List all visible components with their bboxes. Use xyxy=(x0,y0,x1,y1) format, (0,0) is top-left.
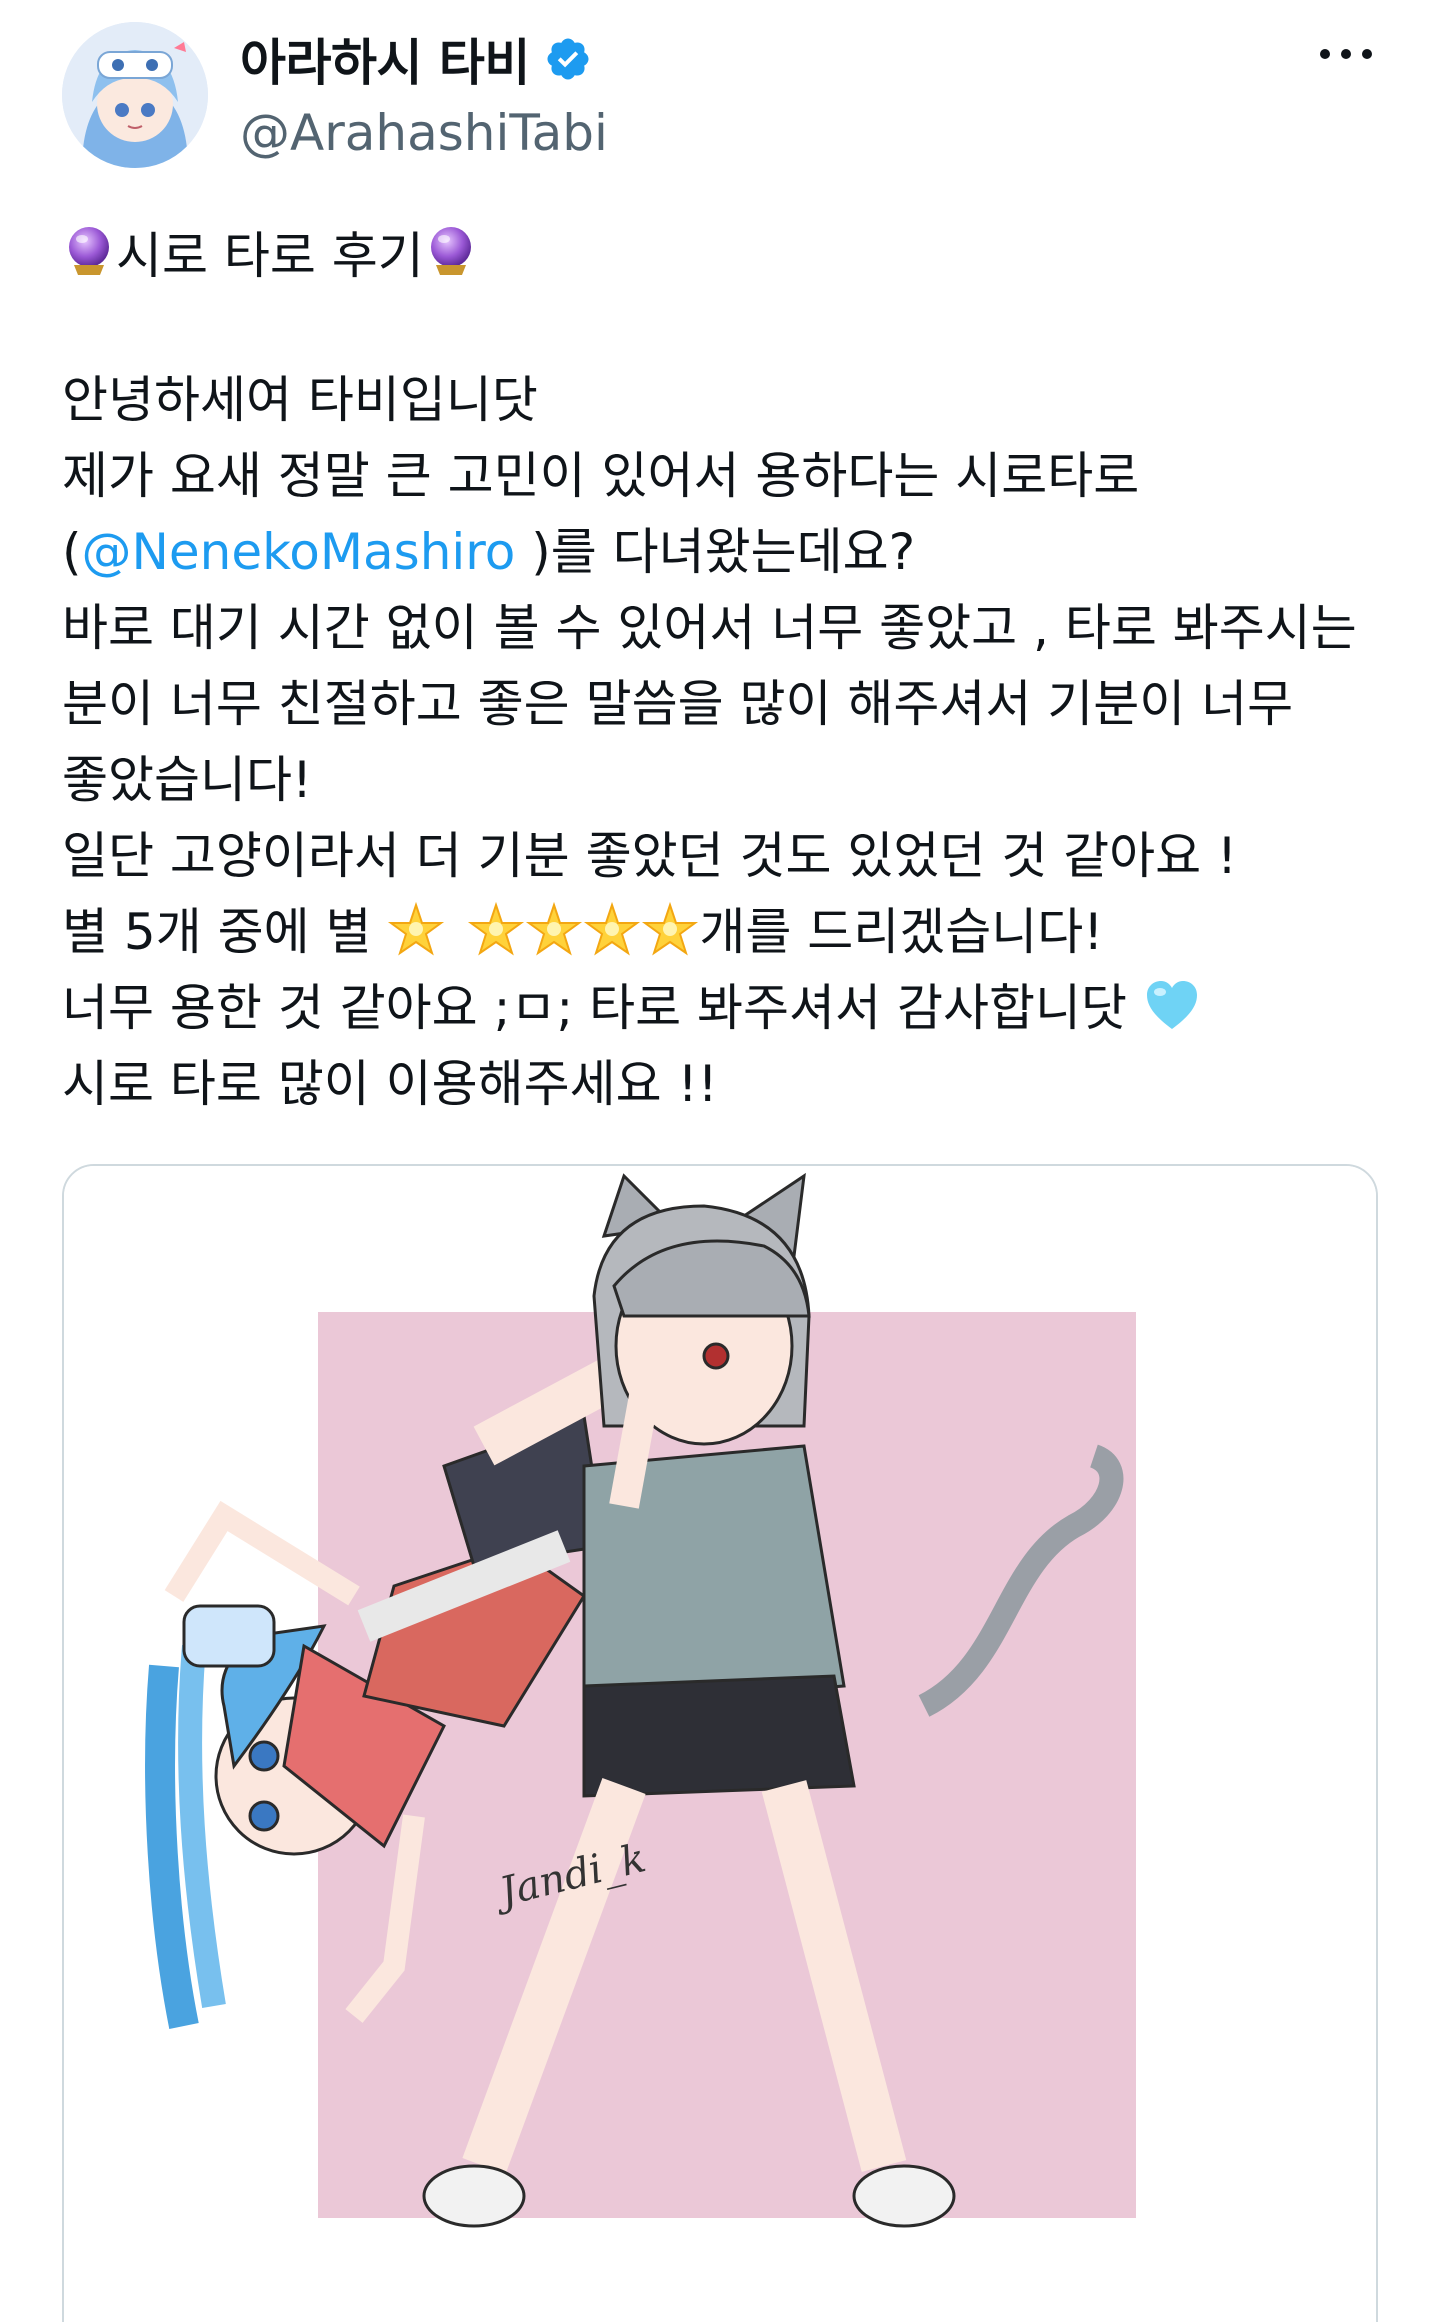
star-rating xyxy=(387,901,699,961)
dot xyxy=(1362,49,1372,59)
body-line: 너무 용한 것 같아요 ;ㅁ; 타로 봐주셔서 감사합니닷 xyxy=(62,970,1402,1046)
tweet-media-image[interactable]: Jandi_k xyxy=(62,1164,1378,2322)
glowing-star-icon xyxy=(467,901,525,959)
body-line: 바로 대기 시간 없이 볼 수 있어서 너무 좋았고 , 타로 봐주시는 xyxy=(62,599,1357,657)
body-text: 별 5개 중에 별 xyxy=(62,903,388,961)
dot xyxy=(1320,49,1330,59)
tweet-title: 시로 타로 후기 xyxy=(62,214,478,290)
avatar[interactable] xyxy=(62,22,208,168)
body-line: (@NenekoMashiro )를 다녀왔는데요? xyxy=(62,514,1402,590)
crystal-ball-icon xyxy=(62,225,116,279)
dot xyxy=(1341,49,1351,59)
glowing-star-icon xyxy=(525,901,583,959)
body-line: 안녕하세여 타비입니닷 xyxy=(62,371,538,429)
body-text: )를 다녀왔는데요? xyxy=(515,523,916,581)
author-handle[interactable]: @ArahashiTabi xyxy=(240,104,608,162)
glowing-star-icon xyxy=(387,901,445,959)
verified-badge-icon xyxy=(544,35,592,83)
body-text: 너무 용한 것 같아요 ;ㅁ; 타로 봐주셔서 감사합니닷 xyxy=(62,979,1143,1037)
body-line-rating: 별 5개 중에 별 개를 드리겠습니다! xyxy=(62,894,1402,970)
display-name[interactable]: 아라하시 타비 xyxy=(240,23,530,95)
tweet[interactable]: 아라하시 타비 @ArahashiTabi 시로 타로 후기 안녕하세여 타비입… xyxy=(0,0,1440,2322)
glowing-star-icon xyxy=(641,901,699,959)
title-text: 시로 타로 후기 xyxy=(116,227,424,285)
mention-link[interactable]: @NenekoMashiro xyxy=(82,523,516,581)
body-line: 좋았습니다! xyxy=(62,751,313,809)
more-horizontal-icon[interactable] xyxy=(1314,34,1378,74)
glowing-star-icon xyxy=(583,901,641,959)
crystal-ball-icon xyxy=(424,225,478,279)
body-line: 시로 타로 많이 이용해주세요 !! xyxy=(62,1055,718,1113)
paren-text: ( xyxy=(62,523,82,581)
body-line: 일단 고양이라서 더 기분 좋았던 것도 있었던 것 같아요 ! xyxy=(62,827,1238,885)
body-line: 제가 요새 정말 큰 고민이 있어서 용하다는 시로타로 xyxy=(62,447,1140,505)
body-line: 분이 너무 친절하고 좋은 말씀을 많이 해주셔서 기분이 너무 xyxy=(62,675,1294,733)
author-name-row[interactable]: 아라하시 타비 xyxy=(240,28,592,92)
light-blue-heart-icon xyxy=(1143,977,1201,1035)
body-text: 개를 드리겠습니다! xyxy=(699,903,1104,961)
tweet-body: 안녕하세여 타비입니닷 제가 요새 정말 큰 고민이 있어서 용하다는 시로타로… xyxy=(62,362,1402,1122)
